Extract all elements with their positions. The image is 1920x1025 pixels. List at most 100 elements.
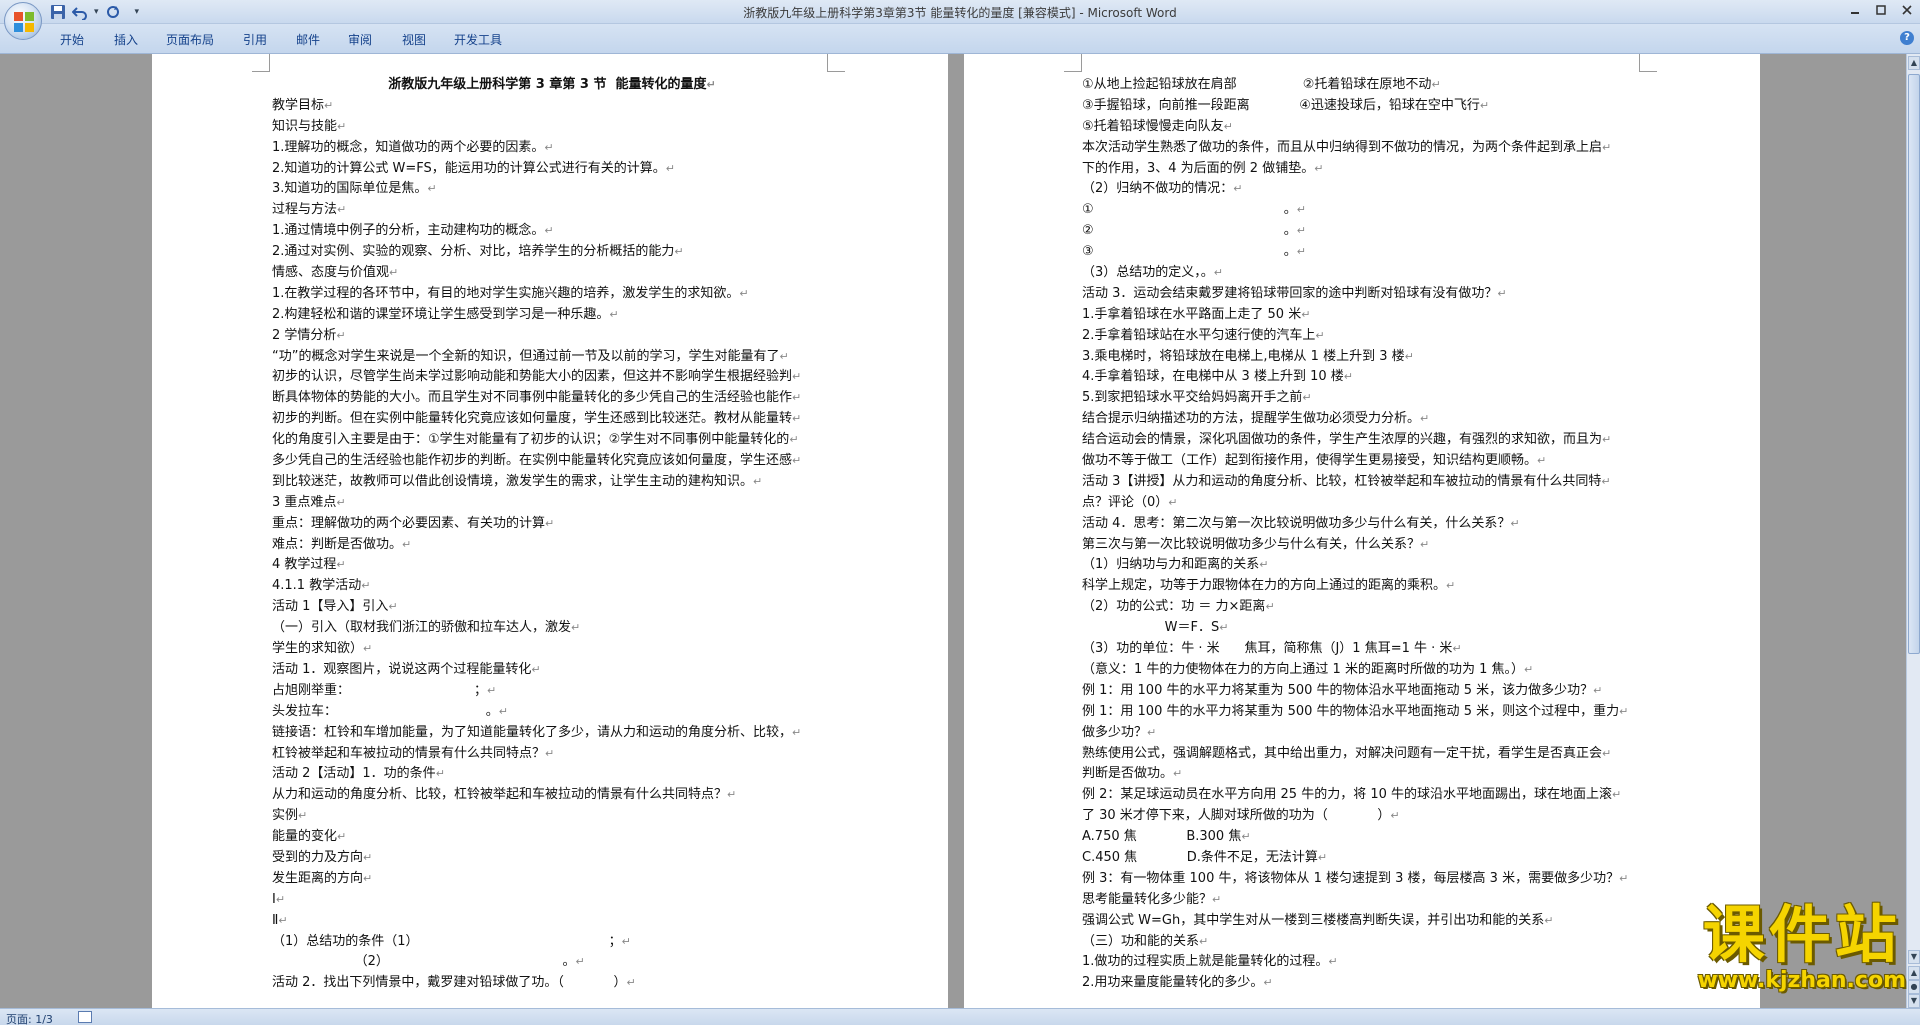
proofing-status-icon[interactable] bbox=[78, 1011, 92, 1023]
document-line[interactable]: 5.到家把铅球水平交给妈妈离开手之前↵ bbox=[1082, 388, 1652, 409]
office-button[interactable] bbox=[4, 2, 42, 40]
restore-icon[interactable] bbox=[1868, 0, 1894, 20]
document-line[interactable]: 活动 1【导入】引入↵ bbox=[272, 597, 832, 618]
document-line[interactable]: 浙教版九年级上册科学第 3 章第 3 节 能量转化的量度↵ bbox=[272, 75, 832, 96]
document-line[interactable]: 第三次与第一次比较说明做功多少与什么有关，什么关系？↵ bbox=[1082, 535, 1652, 556]
document-line[interactable]: （2）功的公式：功 ＝ 力×距离↵ bbox=[1082, 597, 1652, 618]
document-line[interactable]: （1）总结功的条件（1） ；↵ bbox=[272, 932, 832, 953]
document-line[interactable]: 情感、态度与价值观↵ bbox=[272, 263, 832, 284]
document-line[interactable]: 到比较迷茫，故教师可以借此创设情境，激发学生的需求，让学生主动的建构知识。↵ bbox=[272, 472, 832, 493]
tab-mailings[interactable]: 邮件 bbox=[296, 31, 320, 48]
document-line[interactable]: 重点：理解做功的两个必要因素、有关功的计算↵ bbox=[272, 514, 832, 535]
document-line[interactable]: 2.构建轻松和谐的课堂环境让学生感受到学习是一种乐趣。↵ bbox=[272, 305, 832, 326]
scroll-down-icon[interactable]: ▼ bbox=[1908, 950, 1920, 964]
document-line[interactable]: 例 1：用 100 牛的水平力将某重为 500 牛的物体沿水平地面拖动 5 米，… bbox=[1082, 681, 1652, 702]
document-line[interactable]: 活动 2．找出下列情景中，戴罗建对铅球做了功。（ ）↵ bbox=[272, 973, 832, 994]
scroll-thumb[interactable] bbox=[1908, 74, 1920, 654]
document-line[interactable]: 例 2：某足球运动员在水平方向用 25 牛的力，将 10 牛的球沿水平地面踢出，… bbox=[1082, 785, 1652, 806]
tab-home[interactable]: 开始 bbox=[60, 31, 84, 48]
document-line[interactable]: 难点：判断是否做功。↵ bbox=[272, 535, 832, 556]
document-line[interactable]: 4.手拿着铅球，在电梯中从 3 楼上升到 10 楼↵ bbox=[1082, 367, 1652, 388]
document-line[interactable]: 知识与技能↵ bbox=[272, 117, 832, 138]
document-line[interactable]: （2）归纳不做功的情况：↵ bbox=[1082, 179, 1652, 200]
document-line[interactable]: 多少凭自己的生活经验也能作初步的判断。在实例中能量转化究竟应该如何量度，学生还感… bbox=[272, 451, 832, 472]
document-line[interactable]: A.750 焦 B.300 焦↵ bbox=[1082, 827, 1652, 848]
tab-page-layout[interactable]: 页面布局 bbox=[166, 31, 214, 48]
document-line[interactable]: 思考能量转化多少能？↵ bbox=[1082, 890, 1652, 911]
document-line[interactable]: ③ 。↵ bbox=[1082, 242, 1652, 263]
document-line[interactable]: 判断是否做功。↵ bbox=[1082, 764, 1652, 785]
document-line[interactable]: 能量的变化↵ bbox=[272, 827, 832, 848]
document-line[interactable]: 断具体物体的势能的大小。而且学生对不同事例中能量转化的多少凭自己的生活经验也能作… bbox=[272, 388, 832, 409]
document-line[interactable]: Ⅰ↵ bbox=[272, 890, 832, 911]
document-line[interactable]: 4 教学过程↵ bbox=[272, 555, 832, 576]
document-line[interactable]: W＝F．S↵ bbox=[1082, 618, 1652, 639]
previous-page-icon[interactable]: ▲ bbox=[1908, 966, 1920, 980]
document-line[interactable]: 本次活动学生熟悉了做功的条件，而且从中归纳得到不做功的情况，为两个条件起到承上启… bbox=[1082, 138, 1652, 159]
document-line[interactable]: （3）总结功的定义，。↵ bbox=[1082, 263, 1652, 284]
document-line[interactable]: 3.乘电梯时，将铅球放在电梯上,电梯从 1 楼上升到 3 楼↵ bbox=[1082, 347, 1652, 368]
document-line[interactable]: Ⅱ↵ bbox=[272, 911, 832, 932]
document-page-right[interactable]: ①从地上捡起铅球放在肩部 ②托着铅球在原地不动↵ ③手握铅球，向前推一段距离 ④迅… bbox=[964, 54, 1760, 1008]
tab-developer[interactable]: 开发工具 bbox=[454, 31, 502, 48]
tab-review[interactable]: 审阅 bbox=[348, 31, 372, 48]
right-page-text[interactable]: ①从地上捡起铅球放在肩部 ②托着铅球在原地不动↵ ③手握铅球，向前推一段距离 ④迅… bbox=[1082, 75, 1652, 994]
page-indicator[interactable]: 页面: 1/3 bbox=[6, 1011, 53, 1025]
document-line[interactable]: 活动 3【讲授】从力和运动的角度分析、比较，杠铃被举起和车被拉动的情景有什么共同… bbox=[1082, 472, 1652, 493]
document-line[interactable]: 教学目标↵ bbox=[272, 96, 832, 117]
document-line[interactable]: （1）归纳功与力和距离的关系↵ bbox=[1082, 555, 1652, 576]
document-line[interactable]: 结合提示归纳描述功的方法，提醒学生做功必须受力分析。↵ bbox=[1082, 409, 1652, 430]
document-line[interactable]: 4.1.1 教学活动↵ bbox=[272, 576, 832, 597]
document-page-left[interactable]: 浙教版九年级上册科学第 3 章第 3 节 能量转化的量度↵ 教学目标↵ 知识与技能↵… bbox=[152, 54, 948, 1008]
document-line[interactable]: 1.通过情境中例子的分析，主动建构功的概念。↵ bbox=[272, 221, 832, 242]
document-line[interactable]: “功”的概念对学生来说是一个全新的知识，但通过前一节及以前的学习，学生对能量有了… bbox=[272, 347, 832, 368]
document-line[interactable]: C.450 焦 D.条件不足，无法计算↵ bbox=[1082, 848, 1652, 869]
document-line[interactable]: （三）功和能的关系↵ bbox=[1082, 932, 1652, 953]
minimize-icon[interactable] bbox=[1842, 0, 1868, 20]
document-line[interactable]: 3.知道功的国际单位是焦。↵ bbox=[272, 179, 832, 200]
document-line[interactable]: 占旭刚举重： ；↵ bbox=[272, 681, 832, 702]
document-line[interactable]: 2 学情分析↵ bbox=[272, 326, 832, 347]
document-line[interactable]: 初步的认识，尽管学生尚未学过影响动能和势能大小的因素，但这并不影响学生根据经验判… bbox=[272, 367, 832, 388]
left-page-text[interactable]: 浙教版九年级上册科学第 3 章第 3 节 能量转化的量度↵ 教学目标↵ 知识与技能↵… bbox=[272, 75, 832, 994]
document-line[interactable]: （2） 。↵ bbox=[272, 952, 832, 973]
document-line[interactable]: 头发拉车： 。↵ bbox=[272, 702, 832, 723]
select-browse-object-icon[interactable]: ● bbox=[1908, 980, 1920, 994]
document-line[interactable]: 发生距离的方向↵ bbox=[272, 869, 832, 890]
document-line[interactable]: 活动 1．观察图片，说说这两个过程能量转化↵ bbox=[272, 660, 832, 681]
document-line[interactable]: （意义：1 牛的力使物体在力的方向上通过 1 米的距离时所做的功为 1 焦。）↵ bbox=[1082, 660, 1652, 681]
document-line[interactable]: 强调公式 W=Gh，其中学生对从一楼到三楼楼高判断失误，并引出功和能的关系↵ bbox=[1082, 911, 1652, 932]
vertical-scrollbar[interactable]: ▲ ▼ ▲ ● ▼ bbox=[1906, 54, 1920, 1008]
document-line[interactable]: 3 重点难点↵ bbox=[272, 493, 832, 514]
document-line[interactable]: 下的作用，3、4 为后面的例 2 做铺垫。↵ bbox=[1082, 159, 1652, 180]
document-line[interactable]: 2.手拿着铅球站在水平匀速行使的汽车上↵ bbox=[1082, 326, 1652, 347]
document-line[interactable]: 做多少功？↵ bbox=[1082, 723, 1652, 744]
document-line[interactable]: 受到的力及方向↵ bbox=[272, 848, 832, 869]
document-line[interactable]: （一）引入（取材我们浙江的骄傲和拉车达人，激发↵ bbox=[272, 618, 832, 639]
document-line[interactable]: ② 。↵ bbox=[1082, 221, 1652, 242]
document-line[interactable]: 1.手拿着铅球在水平路面上走了 50 米↵ bbox=[1082, 305, 1652, 326]
document-line[interactable]: 熟练使用公式，强调解题格式，其中给出重力，对解决问题有一定干扰，看学生是否真正会… bbox=[1082, 744, 1652, 765]
document-line[interactable]: 科学上规定，功等于力跟物体在力的方向上通过的距离的乘积。↵ bbox=[1082, 576, 1652, 597]
document-line[interactable]: ①从地上捡起铅球放在肩部 ②托着铅球在原地不动↵ bbox=[1082, 75, 1652, 96]
document-line[interactable]: 2.知道功的计算公式 W=FS，能运用功的计算公式进行有关的计算。↵ bbox=[272, 159, 832, 180]
document-line[interactable]: 1.做功的过程实质上就是能量转化的过程。↵ bbox=[1082, 952, 1652, 973]
document-line[interactable]: ③手握铅球，向前推一段距离 ④迅速投球后，铅球在空中飞行↵ bbox=[1082, 96, 1652, 117]
document-line[interactable]: 例 1：用 100 牛的水平力将某重为 500 牛的物体沿水平地面拖动 5 米，… bbox=[1082, 702, 1652, 723]
document-line[interactable]: 了 30 米才停下来，人脚对球所做的功为（ ）↵ bbox=[1082, 806, 1652, 827]
document-line[interactable]: 例 3：有一物体重 100 牛，将该物体从 1 楼匀速提到 3 楼，每层楼高 3… bbox=[1082, 869, 1652, 890]
document-line[interactable]: 学生的求知欲）↵ bbox=[272, 639, 832, 660]
next-page-icon[interactable]: ▼ bbox=[1908, 994, 1920, 1008]
tab-insert[interactable]: 插入 bbox=[114, 31, 138, 48]
document-line[interactable]: 1.理解功的概念，知道做功的两个必要的因素。↵ bbox=[272, 138, 832, 159]
document-line[interactable]: 做功不等于做工（工作）起到衔接作用，使得学生更易接受，知识结构更顺畅。↵ bbox=[1082, 451, 1652, 472]
document-line[interactable]: 过程与方法↵ bbox=[272, 200, 832, 221]
document-line[interactable]: （3）功的单位：牛 · 米 焦耳，简称焦（J）1 焦耳=1 牛 · 米↵ bbox=[1082, 639, 1652, 660]
document-line[interactable]: 初步的判断。但在实例中能量转化究竟应该如何量度，学生还感到比较迷茫。教材从能量转… bbox=[272, 409, 832, 430]
document-line[interactable]: 活动 4．思考：第二次与第一次比较说明做功多少与什么有关，什么关系？↵ bbox=[1082, 514, 1652, 535]
close-icon[interactable] bbox=[1894, 0, 1920, 20]
tab-view[interactable]: 视图 bbox=[402, 31, 426, 48]
document-line[interactable]: 活动 3．运动会结束戴罗建将铅球带回家的途中判断对铅球有没有做功？↵ bbox=[1082, 284, 1652, 305]
document-line[interactable]: 点？评论（0）↵ bbox=[1082, 493, 1652, 514]
document-line[interactable]: 结合运动会的情景，深化巩固做功的条件，学生产生浓厚的兴趣，有强烈的求知欲，而且为… bbox=[1082, 430, 1652, 451]
